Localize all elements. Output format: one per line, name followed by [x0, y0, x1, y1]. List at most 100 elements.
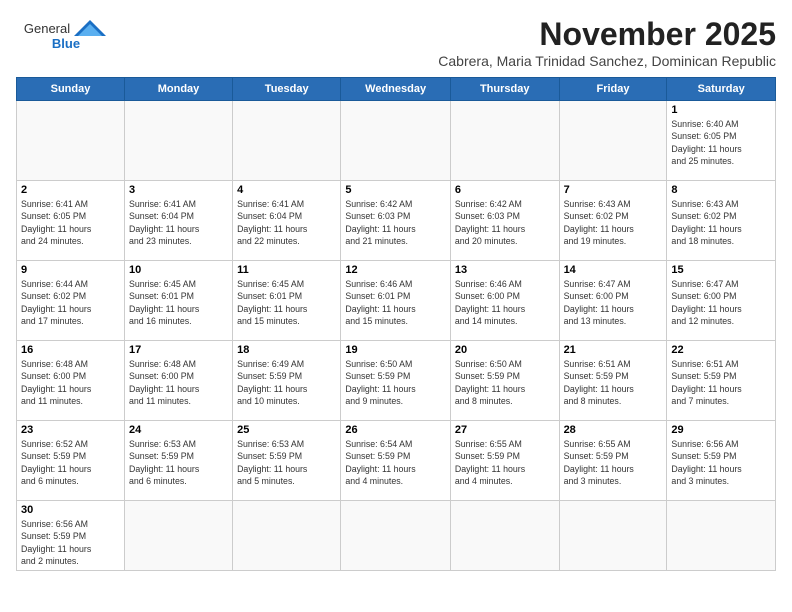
calendar-cell: 23Sunrise: 6:52 AMSunset: 5:59 PMDayligh…	[17, 421, 125, 501]
calendar-cell: 24 Sunrise: 6:53 AMSunset: 5:59 PMDayligh…	[124, 421, 232, 501]
cell-info: Sunrise: 6:51 AMSunset: 5:59 PMDaylight:…	[671, 358, 771, 407]
cell-info: Sunrise: 6:43 AMSunset: 6:02 PMDaylight:…	[564, 198, 663, 247]
calendar-cell	[559, 501, 667, 571]
calendar-cell: 13 Sunrise: 6:46 AMSunset: 6:00 PMDayligh…	[450, 261, 559, 341]
calendar-cell: 18 Sunrise: 6:49 AMSunset: 5:59 PMDayligh…	[233, 341, 341, 421]
cell-info: Sunrise: 6:55 AMSunset: 5:59 PMDaylight:…	[564, 438, 663, 487]
location: Cabrera, Maria Trinidad Sanchez, Dominic…	[116, 53, 776, 69]
cell-info: Sunrise: 6:53 AMSunset: 5:59 PMDaylight:…	[237, 438, 336, 487]
calendar-cell: 19 Sunrise: 6:50 AMSunset: 5:59 PMDayligh…	[341, 341, 451, 421]
date-number: 13	[455, 264, 555, 276]
cell-info: Sunrise: 6:42 AMSunset: 6:03 PMDaylight:…	[455, 198, 555, 247]
cell-info: Sunrise: 6:46 AMSunset: 6:00 PMDaylight:…	[455, 278, 555, 327]
date-number: 8	[671, 184, 771, 196]
date-number: 24	[129, 424, 228, 436]
calendar-cell: 5 Sunrise: 6:42 AMSunset: 6:03 PMDaylight…	[341, 181, 451, 261]
weekday-header-wednesday: Wednesday	[341, 78, 451, 101]
calendar-cell	[341, 501, 451, 571]
calendar-cell	[559, 101, 667, 181]
date-number: 6	[455, 184, 555, 196]
cell-info: Sunrise: 6:48 AMSunset: 6:00 PMDaylight:…	[129, 358, 228, 407]
date-number: 19	[345, 344, 446, 356]
date-number: 17	[129, 344, 228, 356]
calendar-table: SundayMondayTuesdayWednesdayThursdayFrid…	[16, 77, 776, 571]
cell-info: Sunrise: 6:53 AMSunset: 5:59 PMDaylight:…	[129, 438, 228, 487]
calendar-body: 1Sunrise: 6:40 AMSunset: 6:05 PMDaylight…	[17, 101, 776, 571]
calendar-cell: 8Sunrise: 6:43 AMSunset: 6:02 PMDaylight…	[667, 181, 776, 261]
calendar-week-4: 16Sunrise: 6:48 AMSunset: 6:00 PMDayligh…	[17, 341, 776, 421]
date-number: 15	[671, 264, 771, 276]
cell-info: Sunrise: 6:45 AMSunset: 6:01 PMDaylight:…	[129, 278, 228, 327]
calendar-week-2: 2 Sunrise: 6:41 AMSunset: 6:05 PMDaylight…	[17, 181, 776, 261]
date-number: 29	[671, 424, 771, 436]
calendar-cell	[124, 501, 232, 571]
cell-info: Sunrise: 6:56 AMSunset: 5:59 PMDaylight:…	[671, 438, 771, 487]
calendar-cell: 9Sunrise: 6:44 AMSunset: 6:02 PMDaylight…	[17, 261, 125, 341]
calendar-week-6: 30Sunrise: 6:56 AMSunset: 5:59 PMDayligh…	[17, 501, 776, 571]
calendar-cell	[450, 101, 559, 181]
title-area: November 2025 Cabrera, Maria Trinidad Sa…	[116, 16, 776, 69]
calendar-cell: 11 Sunrise: 6:45 AMSunset: 6:01 PMDayligh…	[233, 261, 341, 341]
cell-info: Sunrise: 6:41 AMSunset: 6:05 PMDaylight:…	[21, 198, 120, 247]
cell-info: Sunrise: 6:42 AMSunset: 6:03 PMDaylight:…	[345, 198, 446, 247]
cell-info: Sunrise: 6:47 AMSunset: 6:00 PMDaylight:…	[671, 278, 771, 327]
date-number: 18	[237, 344, 336, 356]
date-number: 10	[129, 264, 228, 276]
cell-info: Sunrise: 6:56 AMSunset: 5:59 PMDaylight:…	[21, 518, 120, 567]
calendar-cell: 2 Sunrise: 6:41 AMSunset: 6:05 PMDaylight…	[17, 181, 125, 261]
weekday-header-row: SundayMondayTuesdayWednesdayThursdayFrid…	[17, 78, 776, 101]
calendar-cell	[667, 501, 776, 571]
cell-info: Sunrise: 6:54 AMSunset: 5:59 PMDaylight:…	[345, 438, 446, 487]
calendar-cell: 28 Sunrise: 6:55 AMSunset: 5:59 PMDayligh…	[559, 421, 667, 501]
date-number: 20	[455, 344, 555, 356]
calendar-cell	[124, 101, 232, 181]
logo-blue-text: Blue	[52, 36, 80, 51]
date-number: 14	[564, 264, 663, 276]
date-number: 7	[564, 184, 663, 196]
date-number: 25	[237, 424, 336, 436]
date-number: 27	[455, 424, 555, 436]
calendar-week-1: 1Sunrise: 6:40 AMSunset: 6:05 PMDaylight…	[17, 101, 776, 181]
date-number: 11	[237, 264, 336, 276]
header: General Blue November 2025 Cabrera, Mari…	[16, 16, 776, 69]
cell-info: Sunrise: 6:50 AMSunset: 5:59 PMDaylight:…	[345, 358, 446, 407]
calendar-cell: 22Sunrise: 6:51 AMSunset: 5:59 PMDayligh…	[667, 341, 776, 421]
calendar-cell: 26 Sunrise: 6:54 AMSunset: 5:59 PMDayligh…	[341, 421, 451, 501]
calendar-cell: 25 Sunrise: 6:53 AMSunset: 5:59 PMDayligh…	[233, 421, 341, 501]
weekday-header-friday: Friday	[559, 78, 667, 101]
calendar-cell	[233, 501, 341, 571]
calendar-cell: 3 Sunrise: 6:41 AMSunset: 6:04 PMDaylight…	[124, 181, 232, 261]
date-number: 3	[129, 184, 228, 196]
calendar-cell	[17, 101, 125, 181]
date-number: 5	[345, 184, 446, 196]
date-number: 2	[21, 184, 120, 196]
calendar-cell: 21Sunrise: 6:51 AMSunset: 5:59 PMDayligh…	[559, 341, 667, 421]
date-number: 28	[564, 424, 663, 436]
cell-info: Sunrise: 6:41 AMSunset: 6:04 PMDaylight:…	[129, 198, 228, 247]
month-year: November 2025	[116, 16, 776, 53]
weekday-header-sunday: Sunday	[17, 78, 125, 101]
cell-info: Sunrise: 6:49 AMSunset: 5:59 PMDaylight:…	[237, 358, 336, 407]
calendar-cell: 27 Sunrise: 6:55 AMSunset: 5:59 PMDayligh…	[450, 421, 559, 501]
calendar-cell: 10 Sunrise: 6:45 AMSunset: 6:01 PMDayligh…	[124, 261, 232, 341]
calendar-cell: 15 Sunrise: 6:47 AMSunset: 6:00 PMDayligh…	[667, 261, 776, 341]
calendar-cell	[233, 101, 341, 181]
calendar-cell: 17 Sunrise: 6:48 AMSunset: 6:00 PMDayligh…	[124, 341, 232, 421]
cell-info: Sunrise: 6:55 AMSunset: 5:59 PMDaylight:…	[455, 438, 555, 487]
date-number: 23	[21, 424, 120, 436]
cell-info: Sunrise: 6:48 AMSunset: 6:00 PMDaylight:…	[21, 358, 120, 407]
calendar-cell: 4Sunrise: 6:41 AMSunset: 6:04 PMDaylight…	[233, 181, 341, 261]
calendar-cell: 20 Sunrise: 6:50 AMSunset: 5:59 PMDayligh…	[450, 341, 559, 421]
date-number: 26	[345, 424, 446, 436]
weekday-header-thursday: Thursday	[450, 78, 559, 101]
calendar-week-3: 9Sunrise: 6:44 AMSunset: 6:02 PMDaylight…	[17, 261, 776, 341]
calendar-cell: 12Sunrise: 6:46 AMSunset: 6:01 PMDayligh…	[341, 261, 451, 341]
weekday-header-tuesday: Tuesday	[233, 78, 341, 101]
calendar-cell: 16Sunrise: 6:48 AMSunset: 6:00 PMDayligh…	[17, 341, 125, 421]
weekday-header-saturday: Saturday	[667, 78, 776, 101]
cell-info: Sunrise: 6:45 AMSunset: 6:01 PMDaylight:…	[237, 278, 336, 327]
date-number: 1	[671, 104, 771, 116]
cell-info: Sunrise: 6:50 AMSunset: 5:59 PMDaylight:…	[455, 358, 555, 407]
cell-info: Sunrise: 6:46 AMSunset: 6:01 PMDaylight:…	[345, 278, 446, 327]
cell-info: Sunrise: 6:51 AMSunset: 5:59 PMDaylight:…	[564, 358, 663, 407]
